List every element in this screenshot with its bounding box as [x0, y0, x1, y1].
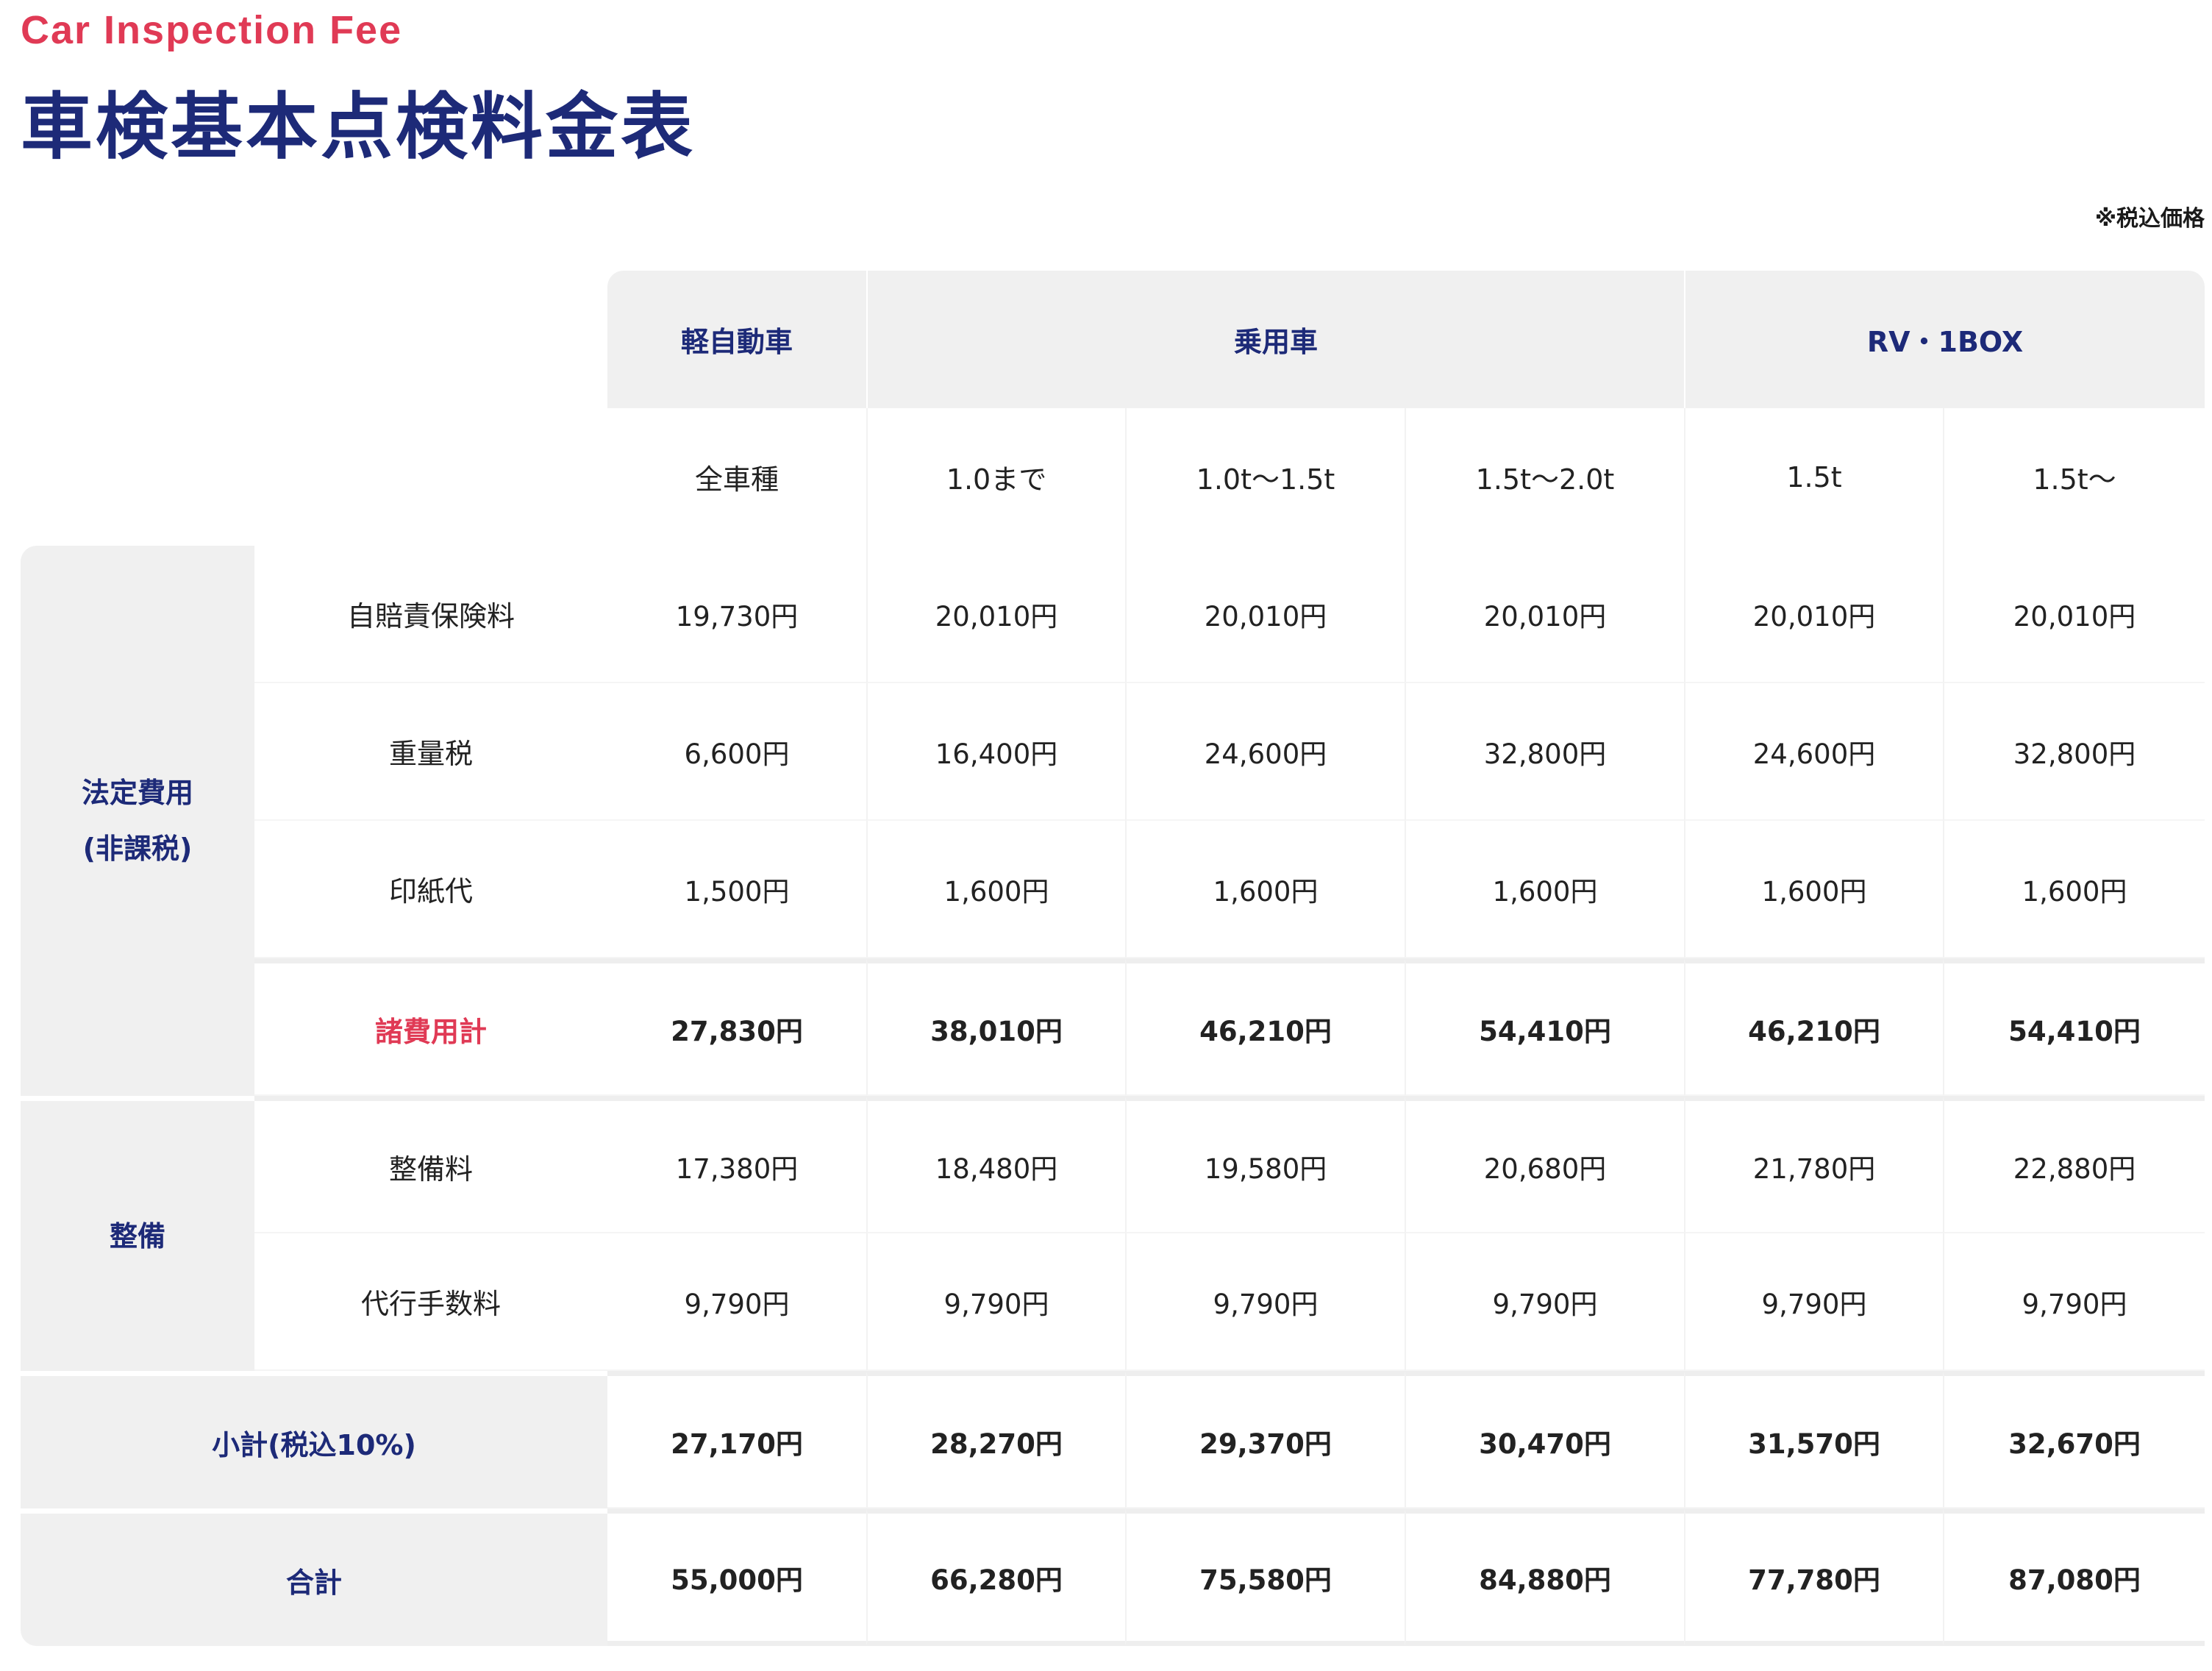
price-cell: 77,780円: [1684, 1508, 1943, 1646]
header-blank: [21, 408, 607, 546]
price-cell: 32,800円: [1943, 683, 2205, 821]
table-row: 合計 55,000円 66,280円 75,580円 84,880円 77,78…: [21, 1508, 2205, 1646]
price-cell: 54,410円: [1943, 958, 2205, 1096]
vehicle-class-header-row: 全車種 1.0まで 1.0t〜1.5t 1.5t〜2.0t 1.5t 1.5t〜: [21, 408, 2205, 546]
price-cell: 75,580円: [1125, 1508, 1405, 1646]
table-row: 整備 整備料 17,380円 18,480円 19,580円 20,680円 2…: [21, 1096, 2205, 1371]
row-label: 重量税: [254, 683, 607, 821]
price-cell: 46,210円: [1125, 958, 1405, 1096]
price-cell: 16,400円: [866, 683, 1125, 821]
price-cell: 9,790円: [1684, 1233, 1943, 1371]
price-cell: 19,730円: [607, 546, 866, 683]
price-cell: 1,600円: [1125, 821, 1405, 958]
price-cell: 24,600円: [1125, 683, 1405, 821]
table-row: 印紙代 1,500円 1,600円 1,600円 1,600円 1,600円 1…: [21, 821, 2205, 958]
page-title: 車検基本点検料金表: [21, 85, 696, 169]
price-cell: 87,080円: [1943, 1508, 2205, 1646]
category-label: 整備: [109, 1219, 165, 1253]
price-cell: 27,830円: [607, 958, 866, 1096]
price-cell: 29,370円: [1125, 1371, 1405, 1508]
group-header-passenger: 乗用車: [866, 271, 1684, 408]
price-cell: 1,600円: [866, 821, 1125, 958]
class-header: 1.5t〜: [1943, 408, 2205, 546]
price-cell: 18,480円: [866, 1096, 1125, 1233]
row-label-subtotal-fees: 諸費用計: [254, 958, 607, 1096]
price-cell: 22,880円: [1943, 1096, 2205, 1233]
class-header: 1.5t〜2.0t: [1405, 408, 1684, 546]
row-label: 自賠責保険料: [254, 546, 607, 683]
table-row: 代行手数料 9,790円 9,790円 9,790円 9,790円 9,790円…: [21, 1233, 2205, 1371]
price-cell: 20,010円: [1943, 546, 2205, 683]
price-cell: 9,790円: [1125, 1233, 1405, 1371]
price-cell: 46,210円: [1684, 958, 1943, 1096]
price-cell: 1,500円: [607, 821, 866, 958]
category-sublabel: (非課税): [82, 833, 193, 865]
price-cell: 32,670円: [1943, 1371, 2205, 1508]
class-header: 1.0t〜1.5t: [1125, 408, 1405, 546]
vehicle-group-header-row: 軽自動車 乗用車 RV・1BOX: [21, 271, 2205, 408]
header-blank: [21, 271, 607, 408]
inspection-fee-table: 軽自動車 乗用車 RV・1BOX 全車種 1.0まで 1.0t〜1.5t 1.5…: [21, 271, 2205, 1646]
price-cell: 30,470円: [1405, 1371, 1684, 1508]
tax-included-note: ※税込価格: [2094, 206, 2205, 232]
price-cell: 1,600円: [1684, 821, 1943, 958]
price-cell: 55,000円: [607, 1508, 866, 1646]
price-cell: 17,380円: [607, 1096, 866, 1233]
row-label-total: 合計: [21, 1508, 607, 1646]
price-cell: 28,270円: [866, 1371, 1125, 1508]
category-label: 法定費用: [81, 777, 193, 809]
price-cell: 24,600円: [1684, 683, 1943, 821]
category-legal-fees: 法定費用 (非課税): [21, 546, 254, 1096]
price-cell: 21,780円: [1684, 1096, 1943, 1233]
group-header-kei: 軽自動車: [607, 271, 866, 408]
class-header: 1.5t: [1684, 408, 1943, 546]
price-cell: 38,010円: [866, 958, 1125, 1096]
row-label: 印紙代: [254, 821, 607, 958]
price-cell: 1,600円: [1405, 821, 1684, 958]
price-cell: 20,010円: [866, 546, 1125, 683]
price-cell: 9,790円: [1943, 1233, 2205, 1371]
category-maintenance: 整備: [21, 1096, 254, 1371]
price-cell: 9,790円: [607, 1233, 866, 1371]
section-eyebrow: Car Inspection Fee: [21, 8, 403, 52]
row-label-subtotal-tax: 小計(税込10%): [21, 1371, 607, 1508]
price-cell: 20,010円: [1405, 546, 1684, 683]
price-cell: 9,790円: [1405, 1233, 1684, 1371]
price-cell: 66,280円: [866, 1508, 1125, 1646]
price-cell: 27,170円: [607, 1371, 866, 1508]
row-label: 整備料: [254, 1096, 607, 1233]
table-row: 法定費用 (非課税) 自賠責保険料 19,730円 20,010円 20,010…: [21, 546, 2205, 1096]
table-row: 小計(税込10%) 27,170円 28,270円 29,370円 30,470…: [21, 1371, 2205, 1508]
price-cell: 20,010円: [1125, 546, 1405, 683]
price-cell: 20,680円: [1405, 1096, 1684, 1233]
class-header: 全車種: [607, 408, 866, 546]
price-cell: 31,570円: [1684, 1371, 1943, 1508]
price-cell: 54,410円: [1405, 958, 1684, 1096]
price-cell: 20,010円: [1684, 546, 1943, 683]
price-cell: 6,600円: [607, 683, 866, 821]
table-row: 重量税 6,600円 16,400円 24,600円 32,800円 24,60…: [21, 683, 2205, 821]
row-label: 代行手数料: [254, 1233, 607, 1371]
class-header: 1.0まで: [866, 408, 1125, 546]
price-cell: 1,600円: [1943, 821, 2205, 958]
group-header-rv-1box: RV・1BOX: [1684, 271, 2205, 408]
price-cell: 32,800円: [1405, 683, 1684, 821]
price-cell: 19,580円: [1125, 1096, 1405, 1233]
price-cell: 9,790円: [866, 1233, 1125, 1371]
table-row: 諸費用計 27,830円 38,010円 46,210円 54,410円 46,…: [21, 958, 2205, 1096]
price-cell: 84,880円: [1405, 1508, 1684, 1646]
